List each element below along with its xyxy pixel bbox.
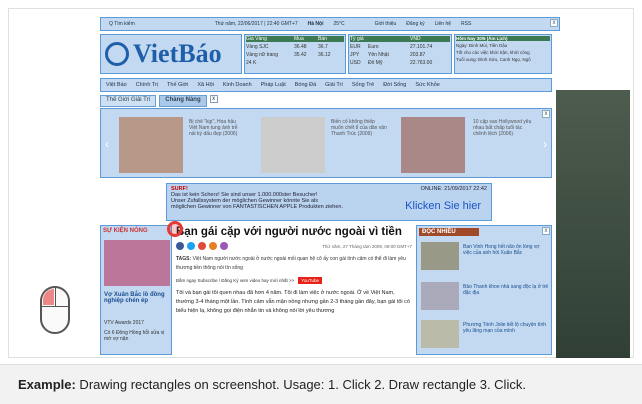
- nav-item[interactable]: Thế Giới: [167, 82, 188, 88]
- twitter-icon[interactable]: [187, 242, 195, 250]
- logo-v-icon: [105, 42, 129, 66]
- date-text: Thứ năm, 22/06/2017 | 22:40 GMT+7: [214, 21, 298, 27]
- caption-text: Drawing rectangles on screenshot. Usage:…: [75, 377, 526, 392]
- hot-events-image[interactable]: [104, 240, 170, 286]
- hot-events-item-2[interactable]: Có 6 Đông Hồng hỗi sửa vị mờ vợ nặn: [104, 330, 170, 342]
- story-3-title[interactable]: 10 cặp sao Hollywood yêu nhau bất chấp t…: [473, 119, 533, 137]
- most-read-panel: ĐỌC NHIỀU Ban Vinh Hong hết não ôn lòng …: [416, 225, 552, 355]
- tab-bar: Thế Giới Giải Trí Chàng Nàng x: [100, 95, 254, 107]
- most-read-image-2[interactable]: [421, 282, 459, 310]
- email-icon[interactable]: [220, 242, 228, 250]
- carousel-prev-icon[interactable]: ‹: [105, 137, 109, 151]
- close-icon[interactable]: x: [550, 19, 558, 27]
- caption-bar: Example: Drawing rectangles on screensho…: [0, 364, 642, 404]
- tags-list[interactable]: Việt Nam người nước ngoài ở nước ngoài m…: [176, 256, 406, 271]
- ad-banner[interactable]: SURF! ONLINE: 21/09/2017 22:42 Das ist k…: [166, 183, 492, 221]
- nav-item[interactable]: Pháp Luật: [261, 82, 286, 88]
- ad-online: ONLINE: 21/09/2017 22:42: [420, 186, 487, 192]
- close-icon[interactable]: x: [542, 110, 550, 118]
- facebook-icon[interactable]: [176, 242, 184, 250]
- subscribe-text[interactable]: Bấm ngay Subscribe / Đăng Ký xem video h…: [176, 278, 294, 283]
- nav-item[interactable]: Chính Trị: [136, 82, 158, 88]
- article-title: Bạn gái cặp với người nước ngoài vì tiền: [176, 226, 402, 238]
- tab-close-icon[interactable]: x: [209, 95, 218, 103]
- tags-label: TAGS:: [176, 256, 192, 262]
- nav-item[interactable]: Sống Trẻ: [352, 82, 374, 88]
- ad-cta-button[interactable]: Klicken Sie hier: [405, 200, 481, 212]
- tab-entertainment[interactable]: Thế Giới Giải Trí: [100, 95, 157, 107]
- nav-item[interactable]: Đời Sống: [383, 82, 406, 88]
- share-icon[interactable]: [209, 242, 217, 250]
- city-text: Hà Nội: [307, 21, 324, 27]
- close-icon[interactable]: x: [542, 227, 550, 235]
- gold-price-table: Giá Vàng Mua Bán Vàng SJC 36.48 36.7 Vàng nữ…: [244, 34, 346, 74]
- google-plus-icon[interactable]: [198, 242, 206, 250]
- most-read-item-3[interactable]: Phương Trinh Jolie tiết lộ chuyện tình y…: [463, 322, 549, 334]
- top-link-1[interactable]: Giới thiệu: [375, 21, 397, 27]
- top-link-2[interactable]: Đăng ký: [406, 21, 424, 27]
- story-2-image[interactable]: [261, 117, 325, 173]
- main-nav[interactable]: Việt Báo Chính Trị Thế Giới Xã Hội Kinh Doan…: [100, 78, 552, 92]
- top-link-3[interactable]: Liên hệ: [435, 21, 451, 27]
- story-2-title[interactable]: Biến cố không thiếp muốn chết tỉ của dân…: [331, 119, 387, 137]
- temp-text: 25°C: [333, 21, 345, 27]
- mouse-icon: [40, 286, 70, 334]
- most-read-image-1[interactable]: [421, 242, 459, 270]
- tab-couples[interactable]: Chàng Nàng: [159, 95, 207, 107]
- top-link-4[interactable]: RSS: [461, 21, 471, 27]
- caption-bold: Example:: [18, 377, 76, 392]
- search-link[interactable]: Q Tìm kiếm: [109, 21, 135, 27]
- story-1-image[interactable]: [119, 117, 183, 173]
- nav-item[interactable]: Kinh Doanh: [223, 82, 252, 88]
- article-body: Tôi và bạn gái tôi quen nhau đã hơn 4 nă…: [176, 290, 410, 314]
- nav-item[interactable]: Sức Khỏe: [415, 82, 439, 88]
- nav-item[interactable]: Bóng Đá: [295, 82, 316, 88]
- logo-box[interactable]: VietBáo: [100, 34, 242, 74]
- nav-item[interactable]: Xã Hội: [197, 82, 214, 88]
- click-marker-icon: [167, 221, 183, 237]
- logo-text: VietBáo: [133, 39, 222, 68]
- nav-item[interactable]: Giải Trí: [325, 82, 343, 88]
- hot-events-item-1[interactable]: VTV Awards 2017: [104, 320, 144, 326]
- hot-events-panel: SỰ KIỆN NÓNG Vợ Xuân Bắc lồ đồng nghiệp …: [100, 225, 172, 355]
- most-read-header: ĐỌC NHIỀU: [419, 228, 479, 236]
- story-3-image[interactable]: [401, 117, 465, 173]
- hot-events-caption[interactable]: Vợ Xuân Bắc lồ đồng nghiệp chén ép: [104, 292, 170, 304]
- hot-events-header: SỰ KIỆN NÓNG: [103, 228, 148, 234]
- carousel-next-icon[interactable]: ›: [543, 137, 547, 151]
- top-bar[interactable]: Q Tìm kiếm Thứ năm, 22/06/2017 | 22:40 G…: [100, 17, 560, 31]
- most-read-image-3[interactable]: [421, 320, 459, 348]
- most-read-item-2[interactable]: Bảo Thanh khoe nhà sang độc lạ ở trẻ đặc…: [463, 284, 549, 296]
- story-carousel[interactable]: ‹ Bị chê "kịp", Hoa hậu Việt Nam tung ản…: [100, 108, 552, 178]
- most-read-item-1[interactable]: Ban Vinh Hong hết não ôn lòng vợ việc củ…: [463, 244, 549, 256]
- article: Bạn gái cặp với người nước ngoài vì tiền…: [176, 226, 412, 356]
- exchange-rate-table: Tỷ giá VND EUR Euro 27.101.74 JPY Yên Nhật 20…: [348, 34, 452, 74]
- article-meta: Thứ năm, 27 Tháng tám 2009, 09:00 GMT+7: [322, 243, 412, 249]
- nav-item[interactable]: Việt Báo: [106, 82, 127, 88]
- side-background-image: [556, 90, 630, 358]
- youtube-button[interactable]: YouTube: [298, 277, 322, 284]
- lunar-calendar-box: Hôm Nay 30/6 (Âm Lịch) Ngày: Đinh Mùi, T…: [454, 34, 552, 74]
- story-1-title[interactable]: Bị chê "kịp", Hoa hậu Việt Nam tung ảnh …: [189, 119, 245, 137]
